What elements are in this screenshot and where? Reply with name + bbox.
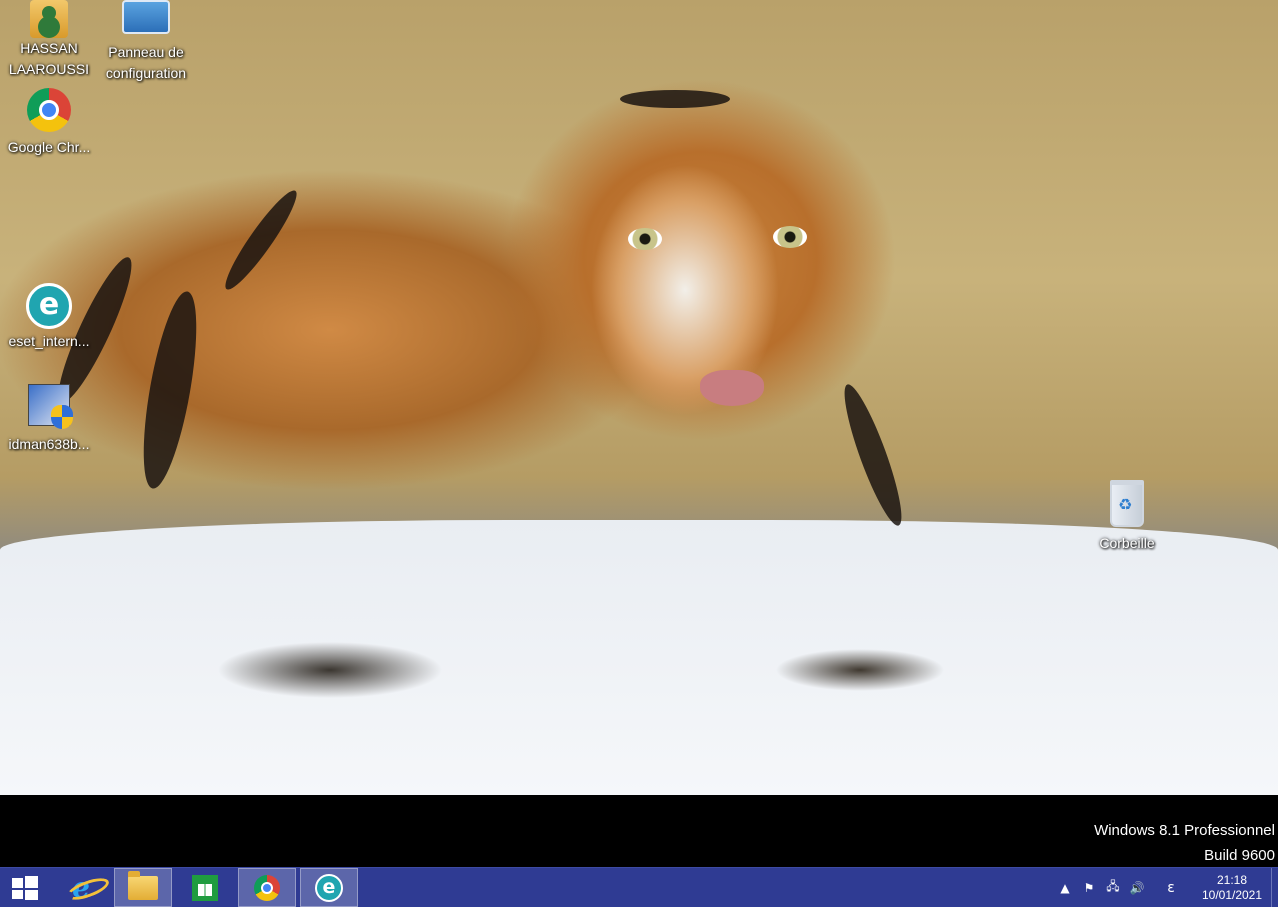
desktop-icon-label: Corbeille [1099,535,1155,551]
wallpaper-tiger-eye [773,226,807,248]
watermark-build: Build 9600 [1204,847,1275,864]
taskbar-chrome[interactable] [238,868,296,907]
volume-icon[interactable]: 🔊 [1125,881,1149,895]
desktop-icon-chrome[interactable]: Google Chr... [1,88,97,158]
store-icon [192,874,218,901]
taskbar-file-explorer[interactable] [114,868,172,907]
desktop-icon-eset[interactable]: e eset_intern... [1,283,97,352]
taskbar: e e ▲ ⚑ 🖧 🔊 ε 21:18 10/01/2021 [0,867,1278,907]
desktop-icon-label: Google Chr... [7,139,91,155]
clock-time: 21:18 [1216,872,1248,887]
wallpaper-tiger-face [520,60,850,470]
folder-icon [128,870,158,900]
desktop-icon-label: Panneau de configuration [105,44,187,81]
watermark-edition: Windows 8.1 Professionnel [1094,822,1275,839]
desktop-icon-idm-installer[interactable]: idman638b... [1,384,97,455]
chrome-icon [27,88,71,132]
wallpaper-snow [0,520,1278,795]
system-tray: ▲ ⚑ 🖧 🔊 ε 21:18 10/01/2021 [1053,868,1278,907]
desktop-icon-control-panel[interactable]: Panneau de configuration [98,0,194,84]
internet-explorer-icon: e [72,871,90,904]
control-panel-icon [122,0,170,34]
wallpaper-stripe [835,380,911,530]
desktop-icon-recycle-bin[interactable]: Corbeille [1079,480,1175,554]
wallpaper-stripe [132,288,208,492]
start-button[interactable] [0,868,50,907]
desktop-icon-user-folder[interactable]: HASSAN LAAROUSSI [1,0,97,80]
taskbar-eset[interactable]: e [300,868,358,907]
network-icon[interactable]: 🖧 [1101,877,1125,898]
input-language-indicator[interactable]: ε [1149,880,1193,896]
show-desktop-button[interactable] [1271,868,1278,907]
desktop-wallpaper [0,0,1278,795]
taskbar-clock[interactable]: 21:18 10/01/2021 [1197,873,1267,903]
windows-logo-icon [12,875,38,900]
wallpaper-tiger-nose [700,370,764,406]
windows-version-watermark: Windows 8.1 Professionnel Build 9600 [1094,818,1275,868]
taskbar-store[interactable] [176,868,234,907]
show-hidden-icons-chevron-up-icon[interactable]: ▲ [1053,881,1077,895]
desktop-icon-label: idman638b... [8,436,90,452]
idm-installer-icon [28,384,73,429]
clock-date: 10/01/2021 [1201,887,1263,902]
wallpaper-stripe [217,184,305,296]
taskbar-internet-explorer[interactable]: e [52,868,110,907]
eset-icon: e [26,283,72,329]
action-center-flag-icon[interactable]: ⚑ [1077,881,1101,895]
wallpaper-tiger-eye [628,228,662,250]
chrome-icon [254,874,280,901]
eset-icon: e [315,873,343,902]
wallpaper-stripe [620,90,730,108]
desktop-icon-label: eset_intern... [8,333,90,349]
recycle-bin-icon [1110,480,1144,527]
user-folder-icon [30,0,68,38]
desktop-icon-label: HASSAN LAAROUSSI [8,40,90,77]
